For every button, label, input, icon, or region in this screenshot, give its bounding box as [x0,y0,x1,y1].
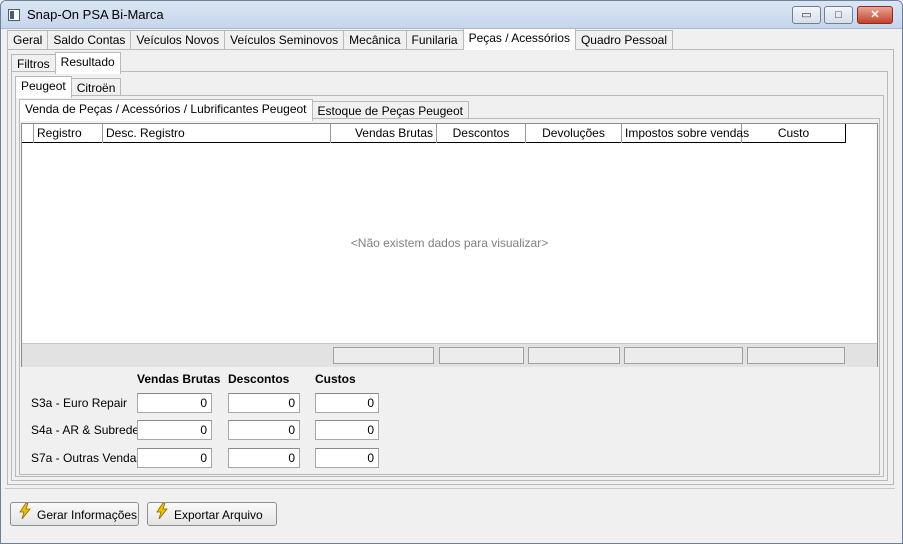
summary-cell-descontos [439,347,524,364]
ar-subrede-custos-field[interactable]: 0 [315,420,379,440]
ar-subrede-vendas-brutas-field[interactable]: 0 [137,420,212,440]
data-grid[interactable]: Registro Desc. Registro Vendas Brutas De… [21,123,878,367]
minimize-button[interactable]: ▭ [792,6,821,24]
app-window: Snap-On PSA Bi-Marca ▭ □ ✕ Geral Saldo C… [0,0,903,544]
tab-geral[interactable]: Geral [7,30,49,50]
generate-info-button[interactable]: Gerar Informações [10,502,139,526]
col-registro[interactable]: Registro [34,124,103,143]
totals-header-custos: Custos [315,372,356,386]
row-label-outras-vendas: S7a - Outras Vendas [31,451,143,465]
col-impostos-sobre-vendas[interactable]: Impostos sobre vendas [622,124,749,143]
app-window-icon [8,9,20,21]
main-tab-strip: Geral Saldo Contas Veículos Novos Veícul… [7,28,674,50]
tab-peugeot[interactable]: Peugeot [15,76,72,98]
summary-cell-custo [747,347,845,364]
outras-vendas-vendas-brutas-field[interactable]: 0 [137,448,212,468]
export-file-label: Exportar Arquivo [174,508,263,522]
summary-cell-impostos [624,347,743,364]
grid-summary-row [22,343,877,367]
row-label-ar-subrede: S4a - AR & Subrede [31,423,140,437]
tab-veiculos-novos[interactable]: Veículos Novos [130,30,226,50]
tab-pecas-acessorios[interactable]: Peças / Acessórios [462,28,576,50]
maximize-button[interactable]: □ [824,6,853,24]
outras-vendas-descontos-field[interactable]: 0 [228,448,300,468]
grid-header: Registro Desc. Registro Vendas Brutas De… [22,124,846,143]
col-devolucoes[interactable]: Devoluções [526,124,622,143]
summary-cell-devolucoes [528,347,620,364]
outras-vendas-custos-field[interactable]: 0 [315,448,379,468]
row-label-euro-repair: S3a - Euro Repair [31,396,128,410]
row-indicator-header [22,124,34,143]
lightning-bolt-icon [17,502,33,526]
generate-info-label: Gerar Informações [37,508,138,522]
tab-funilaria[interactable]: Funilaria [405,30,464,50]
title-bar[interactable]: Snap-On PSA Bi-Marca ▭ □ ✕ [1,1,902,29]
col-vendas-brutas[interactable]: Vendas Brutas [331,124,437,143]
tab-saldo-contas[interactable]: Saldo Contas [47,30,132,50]
col-custo[interactable]: Custo [742,124,846,143]
summary-cell-vendas-brutas [333,347,434,364]
ar-subrede-descontos-field[interactable]: 0 [228,420,300,440]
tab-resultado[interactable]: Resultado [54,52,121,74]
euro-repair-custos-field[interactable]: 0 [315,393,379,413]
export-file-button[interactable]: Exportar Arquivo [147,502,277,526]
lightning-bolt-icon [154,502,170,526]
col-descontos[interactable]: Descontos [437,124,526,143]
close-button[interactable]: ✕ [857,6,893,24]
totals-header-vendas-brutas: Vendas Brutas [137,372,221,386]
window-title: Snap-On PSA Bi-Marca [27,7,164,22]
tab-mecanica[interactable]: Mecânica [343,30,407,50]
tab-venda-pecas[interactable]: Venda de Peças / Acessórios / Lubrifican… [19,99,313,121]
euro-repair-vendas-brutas-field[interactable]: 0 [137,393,212,413]
euro-repair-descontos-field[interactable]: 0 [228,393,300,413]
col-desc-registro[interactable]: Desc. Registro [103,124,331,143]
tab-quadro-pessoal[interactable]: Quadro Pessoal [574,30,674,50]
tab-veiculos-seminovos[interactable]: Veículos Seminovos [224,30,345,50]
totals-header-descontos: Descontos [228,372,290,386]
empty-grid-message: <Não existem dados para visualizar> [350,236,549,250]
